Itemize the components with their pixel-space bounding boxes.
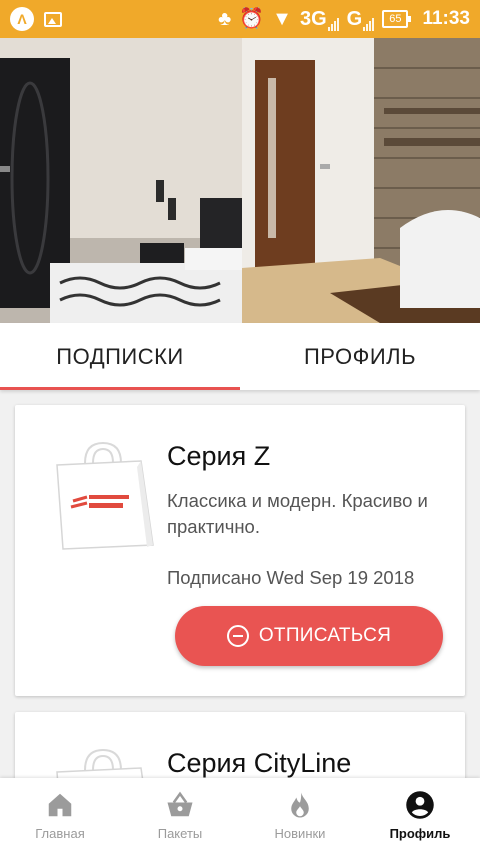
flame-icon [291, 792, 309, 818]
status-bar: Λ ♣ ⏰ ▼ 3G G 65 11:33 [0, 0, 480, 38]
battery-icon: 65 [382, 10, 412, 28]
tree-icon: ♣ [218, 8, 232, 30]
shopping-bag-icon [49, 441, 157, 558]
subscription-card: Серия Z Классика и модерн. Красиво и пра… [15, 405, 465, 696]
nav-item-label: Профиль [389, 826, 451, 841]
nav-item-label: Главная [35, 826, 85, 841]
nav-item-packages[interactable]: Пакеты [120, 778, 240, 854]
clock: 11:33 [422, 8, 470, 29]
alarm-icon: ⏰ [239, 8, 265, 30]
signal-2-icon: G [347, 8, 375, 31]
nav-item-profile[interactable]: Профиль [360, 778, 480, 854]
subscription-description: Классика и модерн. Красиво и практично. [167, 490, 428, 537]
basket-icon [167, 791, 193, 817]
hero-banner-image [0, 38, 480, 323]
nav-item-home[interactable]: Главная [0, 778, 120, 854]
bottom-navigation: Главная Пакеты Новинки Профиль [0, 778, 480, 854]
tab-profile[interactable]: ПРОФИЛЬ [240, 323, 480, 390]
nav-item-new[interactable]: Новинки [240, 778, 360, 854]
image-icon [44, 11, 62, 27]
subscription-title: Серия Z [167, 441, 271, 471]
tab-subscriptions[interactable]: ПОДПИСКИ [0, 323, 240, 390]
signal-icon: 3G [300, 8, 339, 31]
app-logo-icon: Λ [10, 7, 34, 31]
unsubscribe-button-label: ОТПИСАТЬСЯ [258, 625, 392, 646]
unsubscribe-button[interactable]: ОТПИСАТЬСЯ [175, 606, 443, 666]
tab-bar: ПОДПИСКИ ПРОФИЛЬ [0, 323, 480, 390]
nav-item-label: Пакеты [157, 826, 203, 841]
nav-item-label: Новинки [274, 826, 326, 841]
subscription-date: Подписано Wed Sep 19 2018 [167, 567, 415, 588]
home-icon [48, 793, 72, 817]
wifi-icon: ▼ [272, 8, 292, 30]
minus-circle-icon [226, 625, 249, 647]
account-icon [406, 791, 434, 819]
subscription-title: Серия CityLine [167, 748, 352, 778]
